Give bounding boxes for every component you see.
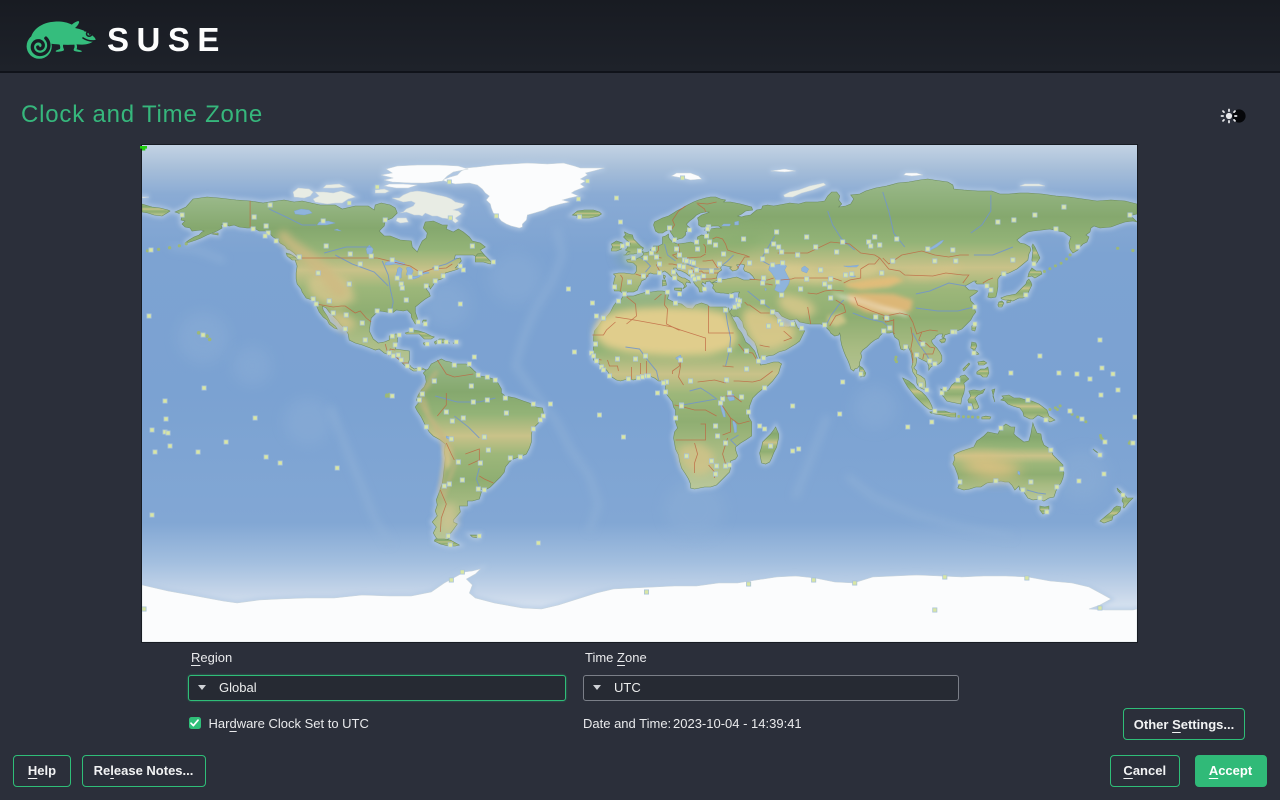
timezone-label: Time Zone (585, 651, 647, 665)
help-button[interactable]: Help (13, 755, 71, 788)
chevron-down-icon (593, 685, 601, 690)
sun-moon-theme-toggle-icon (1212, 101, 1250, 131)
timezone-value: UTC (614, 680, 641, 695)
timezone-world-map[interactable] (142, 145, 1137, 642)
region-dropdown[interactable]: Global (188, 675, 566, 701)
timezone-dropdown[interactable]: UTC (583, 675, 959, 701)
region-value: Global (219, 680, 257, 695)
other-settings-button[interactable]: Other Settings... (1123, 708, 1245, 740)
datetime-label: Date and Time: (583, 716, 671, 731)
accept-button[interactable]: Accept (1195, 755, 1267, 788)
page-title: Clock and Time Zone (21, 101, 263, 129)
checkbox-checked[interactable] (189, 717, 201, 729)
clock-timezone-screen: {"window":{"app":"YaST installer","scree… (0, 0, 1280, 800)
logo-wordmark: SUSE (107, 20, 227, 59)
suse-logo: SUSE (25, 20, 227, 61)
release-notes-button[interactable]: Release Notes... (82, 755, 206, 788)
region-label: Region (191, 651, 232, 665)
cancel-button[interactable]: Cancel (1110, 755, 1181, 788)
chevron-down-icon (198, 685, 206, 690)
suse-chameleon-icon (25, 20, 97, 61)
world-map-svg (142, 145, 1137, 642)
hardware-clock-label: Hardware Clock Set to UTC (209, 716, 369, 731)
hardware-clock-checkbox-row[interactable]: Hardware Clock Set to UTC (189, 716, 369, 731)
header-bar: SUSE (0, 0, 1280, 73)
datetime-value: 2023-10-04 - 14:39:41 (673, 716, 802, 731)
theme-toggle-button[interactable] (1212, 101, 1250, 131)
checkmark-icon (190, 719, 199, 727)
